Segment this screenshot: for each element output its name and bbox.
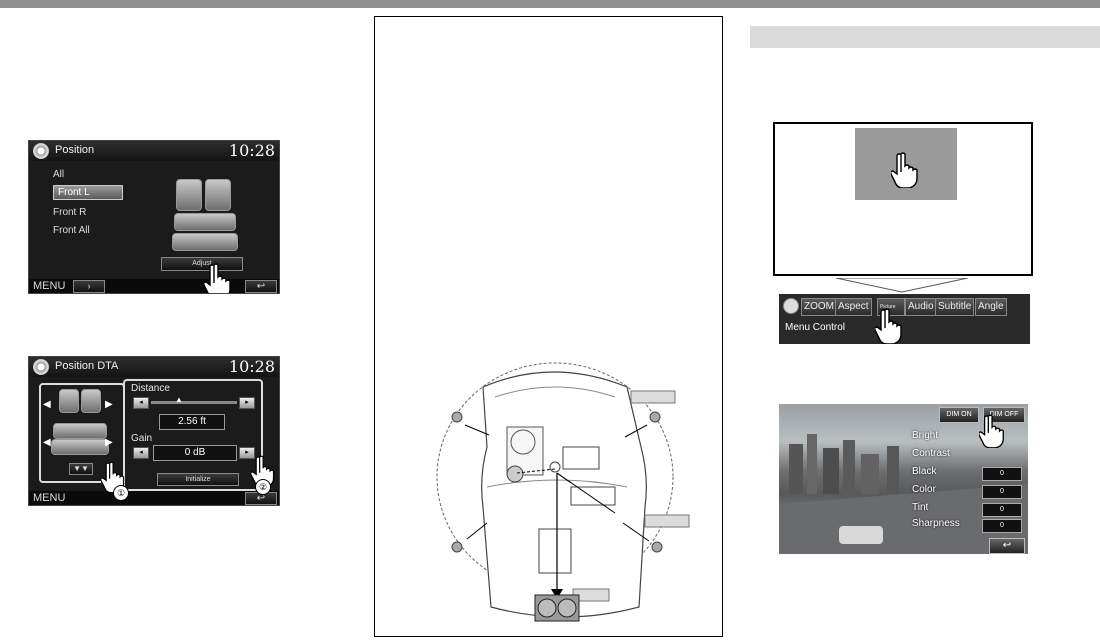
car-diagram-frame xyxy=(374,16,723,637)
position-item-front-r[interactable]: Front R xyxy=(53,207,86,218)
dta-title-bar: Position DTA 10:28 xyxy=(29,357,279,377)
distance-label: Distance xyxy=(131,383,170,394)
tint-row: Tint 0 xyxy=(912,502,1024,517)
black-row: Black 0 xyxy=(912,466,1024,481)
back-icon[interactable]: ↩ xyxy=(245,280,277,293)
tab-audio[interactable]: Audio xyxy=(905,298,937,316)
tint-label: Tint xyxy=(912,502,929,513)
distance-value: 2.56 ft xyxy=(159,414,225,430)
hand-pointer-icon xyxy=(891,152,918,188)
seat-left-arrow-icon-2[interactable]: ◀ xyxy=(43,437,51,448)
seat-right-arrow-icon-2[interactable]: ▶ xyxy=(105,437,113,448)
position-title-bar: Position 10:28 xyxy=(29,141,279,161)
down-arrow-icon xyxy=(836,278,968,293)
playback-screen xyxy=(773,122,1033,276)
gear-icon xyxy=(33,359,49,375)
disc-icon xyxy=(783,298,799,314)
tab-zoom[interactable]: ZOOM xyxy=(801,298,837,316)
position-item-front-l[interactable]: Front L xyxy=(53,185,123,200)
position-item-all[interactable]: All xyxy=(53,169,64,180)
position-clock: 10:28 xyxy=(228,141,275,160)
color-value[interactable]: 0 xyxy=(982,485,1022,499)
tab-aspect[interactable]: Aspect xyxy=(835,298,872,316)
callout-1: ① xyxy=(113,485,129,501)
back-icon[interactable]: ↩ xyxy=(989,538,1025,554)
section-header-bar xyxy=(750,26,1100,48)
dta-bottom-bar: MENU ↩ xyxy=(29,491,279,505)
position-item-front-all[interactable]: Front All xyxy=(53,225,90,236)
next-icon[interactable]: › xyxy=(73,280,105,293)
seat-left-arrow-icon[interactable]: ◀ xyxy=(43,399,51,410)
bright-label: Bright xyxy=(912,430,939,441)
tab-angle[interactable]: Angle xyxy=(975,298,1007,316)
bright-row: Bright xyxy=(912,430,1024,445)
distance-decrease-button[interactable]: ◂ xyxy=(133,397,149,409)
car-speaker-diagram xyxy=(436,362,690,622)
initialize-button[interactable]: Initialize xyxy=(157,473,239,486)
hand-pointer-icon xyxy=(204,263,231,293)
slider-thumb-icon[interactable]: ▲ xyxy=(175,395,183,404)
dim-on-button[interactable]: DIM ON xyxy=(939,407,979,423)
tint-value[interactable]: 0 xyxy=(982,503,1022,517)
dta-title: Position DTA xyxy=(55,360,119,372)
menu-button[interactable]: MENU xyxy=(33,280,65,292)
gear-icon xyxy=(33,143,49,159)
position-bottom-bar: MENU › ↩ xyxy=(29,279,279,293)
position-title: Position xyxy=(55,144,95,156)
gain-label: Gain xyxy=(131,433,153,444)
contrast-row: Contrast xyxy=(912,448,1024,463)
seat-down-button[interactable]: ▼▼ xyxy=(69,463,93,475)
sharpness-label: Sharpness xyxy=(912,518,960,529)
position-dta-screen: Position DTA 10:28 ▶ ◀ ▶ ◀ ▼▼ Distance ◂… xyxy=(28,356,280,506)
callout-2: ② xyxy=(255,479,271,495)
sharpness-row: Sharpness 0 xyxy=(912,518,1024,533)
menu-button[interactable]: MENU xyxy=(33,492,65,504)
picture-adjust-screen: DIM ON DIM OFF Bright Contrast Black 0 C… xyxy=(779,404,1028,554)
contrast-label: Contrast xyxy=(912,448,950,459)
top-rule xyxy=(0,0,1100,8)
sharpness-value[interactable]: 0 xyxy=(982,519,1022,533)
color-label: Color xyxy=(912,484,936,495)
dta-clock: 10:28 xyxy=(228,357,275,376)
distance-increase-button[interactable]: ▸ xyxy=(239,397,255,409)
gain-decrease-button[interactable]: ◂ xyxy=(133,447,149,459)
menu-control-label: Menu Control xyxy=(785,322,846,333)
menu-strip: ZOOM Aspect Picture Adjust Audio Subtitl… xyxy=(779,294,1030,344)
hand-pointer-icon xyxy=(875,308,902,344)
hand-pointer-icon xyxy=(979,414,1004,448)
gain-value: 0 dB xyxy=(153,445,237,461)
distance-slider[interactable] xyxy=(151,401,237,404)
position-screen: Position 10:28 All Front L Front R Front… xyxy=(28,140,280,294)
black-label: Black xyxy=(912,466,937,477)
color-row: Color 0 xyxy=(912,484,1024,499)
seat-right-arrow-icon[interactable]: ▶ xyxy=(105,399,113,410)
tab-subtitle[interactable]: Subtitle xyxy=(935,298,975,316)
black-value[interactable]: 0 xyxy=(982,467,1022,481)
